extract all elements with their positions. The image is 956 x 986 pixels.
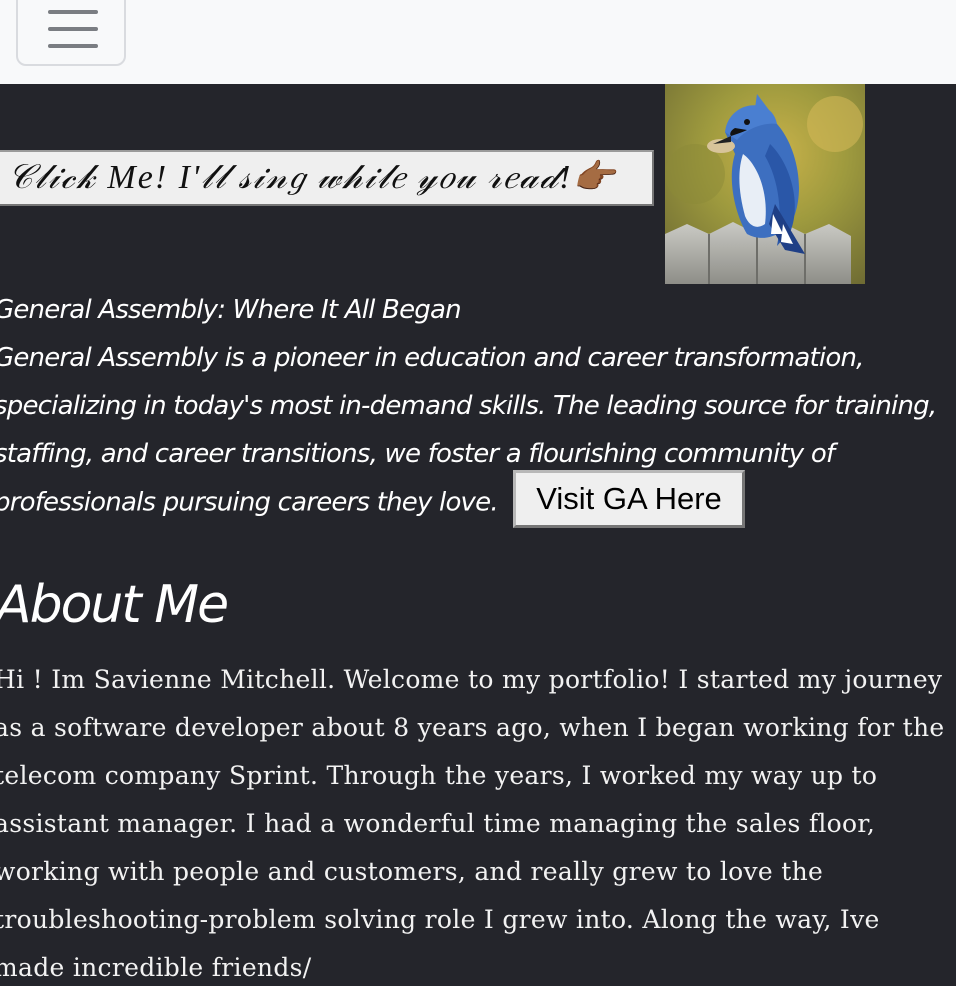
general-assembly-section: General Assembly: Where It All Began Gen…: [0, 286, 954, 528]
hamburger-menu-icon-bar: [48, 27, 98, 31]
blue-jay-bird-image: [665, 84, 865, 284]
ga-description: General Assembly is a pioneer in educati…: [0, 343, 937, 518]
visit-ga-button[interactable]: Visit GA Here: [513, 470, 745, 528]
hamburger-menu-icon: [48, 10, 98, 14]
sing-audio-button[interactable]: 𝒞𝓁𝒾𝒸𝓀 Me! I'𝓁𝓁 𝓈𝒾𝓃𝑔 𝓌𝒽𝒾𝓁𝑒 𝓎𝑜𝓊 𝓇𝑒𝒶𝒹!👉🏾: [0, 150, 654, 206]
ga-title: General Assembly: Where It All Began: [0, 295, 462, 325]
about-me-body: Hi ! Im Savienne Mitchell. Welcome to my…: [0, 665, 945, 982]
hamburger-menu-icon-bar: [48, 44, 98, 48]
navbar: [0, 0, 956, 84]
menu-toggle-button[interactable]: [16, 0, 126, 66]
about-me-heading: About Me: [0, 575, 229, 635]
main-content: 𝒞𝓁𝒾𝒸𝓀 Me! I'𝓁𝓁 𝓈𝒾𝓃𝑔 𝓌𝒽𝒾𝓁𝑒 𝓎𝑜𝓊 𝓇𝑒𝒶𝒹!👉🏾 Ge…: [0, 84, 956, 986]
